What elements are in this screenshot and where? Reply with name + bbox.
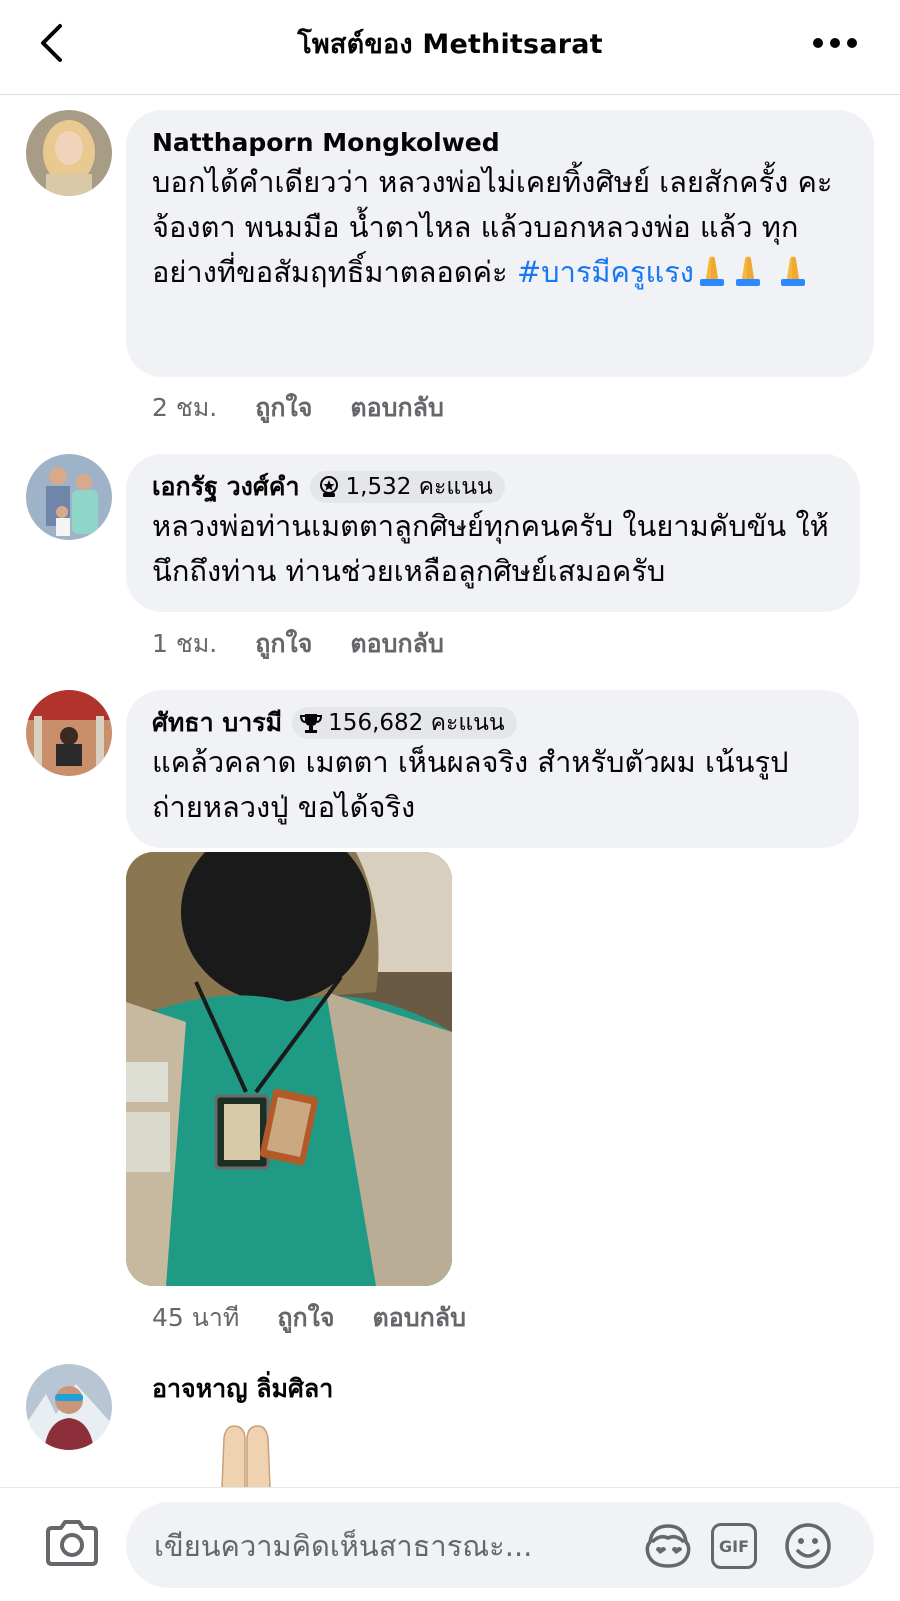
comment-text: หลวงพ่อท่านเมตตาลูกศิษย์ทุกคนครับ ในยามค… — [152, 509, 829, 588]
top-bar: โพสต์ของ Methitsarat — [0, 0, 900, 95]
comment-text: บอกได้คำเดียวว่า หลวงพ่อไม่เคยทิ้งศิษย์ … — [152, 165, 833, 289]
points-badge[interactable]: 1,532 คะแนน — [309, 471, 505, 503]
comment-actions: 45 นาที ถูกใจ ตอบกลับ — [152, 1298, 466, 1338]
avatar[interactable] — [26, 454, 112, 540]
reply-button[interactable]: ตอบกลับ — [350, 624, 443, 664]
comment-actions: 2 ชม. ถูกใจ ตอบกลับ — [152, 388, 444, 428]
like-button[interactable]: ถูกใจ — [255, 624, 312, 664]
avatar[interactable] — [26, 690, 112, 776]
comment-text: แคล้วคลาด เมตตา เห็นผลจริง สำหรับตัวผม เ… — [152, 745, 789, 824]
comment-author[interactable]: เอกรัฐ วงศ์คำ — [152, 470, 300, 504]
comment-input[interactable] — [152, 1520, 596, 1572]
comment-time: 1 ชม. — [152, 629, 218, 658]
comment-actions: 1 ชม. ถูกใจ ตอบกลับ — [152, 624, 444, 664]
trophy-icon — [300, 714, 323, 733]
like-button[interactable]: ถูกใจ — [255, 388, 312, 428]
folded-hands-icon — [735, 256, 760, 286]
smiley-icon[interactable] — [782, 1520, 834, 1572]
like-button[interactable]: ถูกใจ — [277, 1298, 334, 1338]
avatar[interactable] — [26, 110, 112, 196]
comment-input-container: GIF — [126, 1502, 874, 1588]
avatar[interactable] — [26, 1364, 112, 1450]
page-title: โพสต์ของ Methitsarat — [297, 29, 603, 60]
camera-icon[interactable] — [44, 1518, 100, 1568]
more-horizontal-icon[interactable] — [810, 28, 860, 58]
avatar-sticker-icon[interactable] — [642, 1520, 694, 1572]
gif-label: GIF — [711, 1523, 757, 1569]
folded-hands-icon — [221, 1425, 271, 1488]
comment-composer: GIF — [0, 1487, 900, 1601]
comment-time: 2 ชม. — [152, 393, 218, 422]
reply-button[interactable]: ตอบกลับ — [350, 388, 443, 428]
rising-fan-icon — [319, 476, 338, 497]
comment-time: 45 นาที — [152, 1303, 240, 1332]
comment-author[interactable]: อาจหาญ ลิ่มศิลา — [152, 1372, 333, 1406]
reply-button[interactable]: ตอบกลับ — [373, 1298, 466, 1338]
comment-bubble: เอกรัฐ วงศ์คำ 1,532 คะแนน หลวงพ่อท่านเมต… — [126, 454, 860, 612]
points-badge[interactable]: 156,682 คะแนน — [292, 707, 517, 739]
comment-author[interactable]: ศัทธา บารมี — [152, 706, 282, 740]
comment-author[interactable]: Natthaporn Mongkolwed — [152, 126, 848, 160]
comment-bubble: ศัทธา บารมี 156,682 คะแนน แคล้วคลาด เมตต… — [126, 690, 859, 848]
folded-hands-icon — [699, 256, 724, 286]
comment-photo[interactable] — [126, 852, 452, 1286]
folded-hands-icon — [781, 256, 806, 286]
hashtag-link[interactable]: #บารมีครูแรง — [517, 255, 694, 289]
comment-bubble: Natthaporn Mongkolwed บอกได้คำเดียวว่า ห… — [126, 110, 874, 377]
gif-button[interactable]: GIF — [708, 1520, 760, 1572]
